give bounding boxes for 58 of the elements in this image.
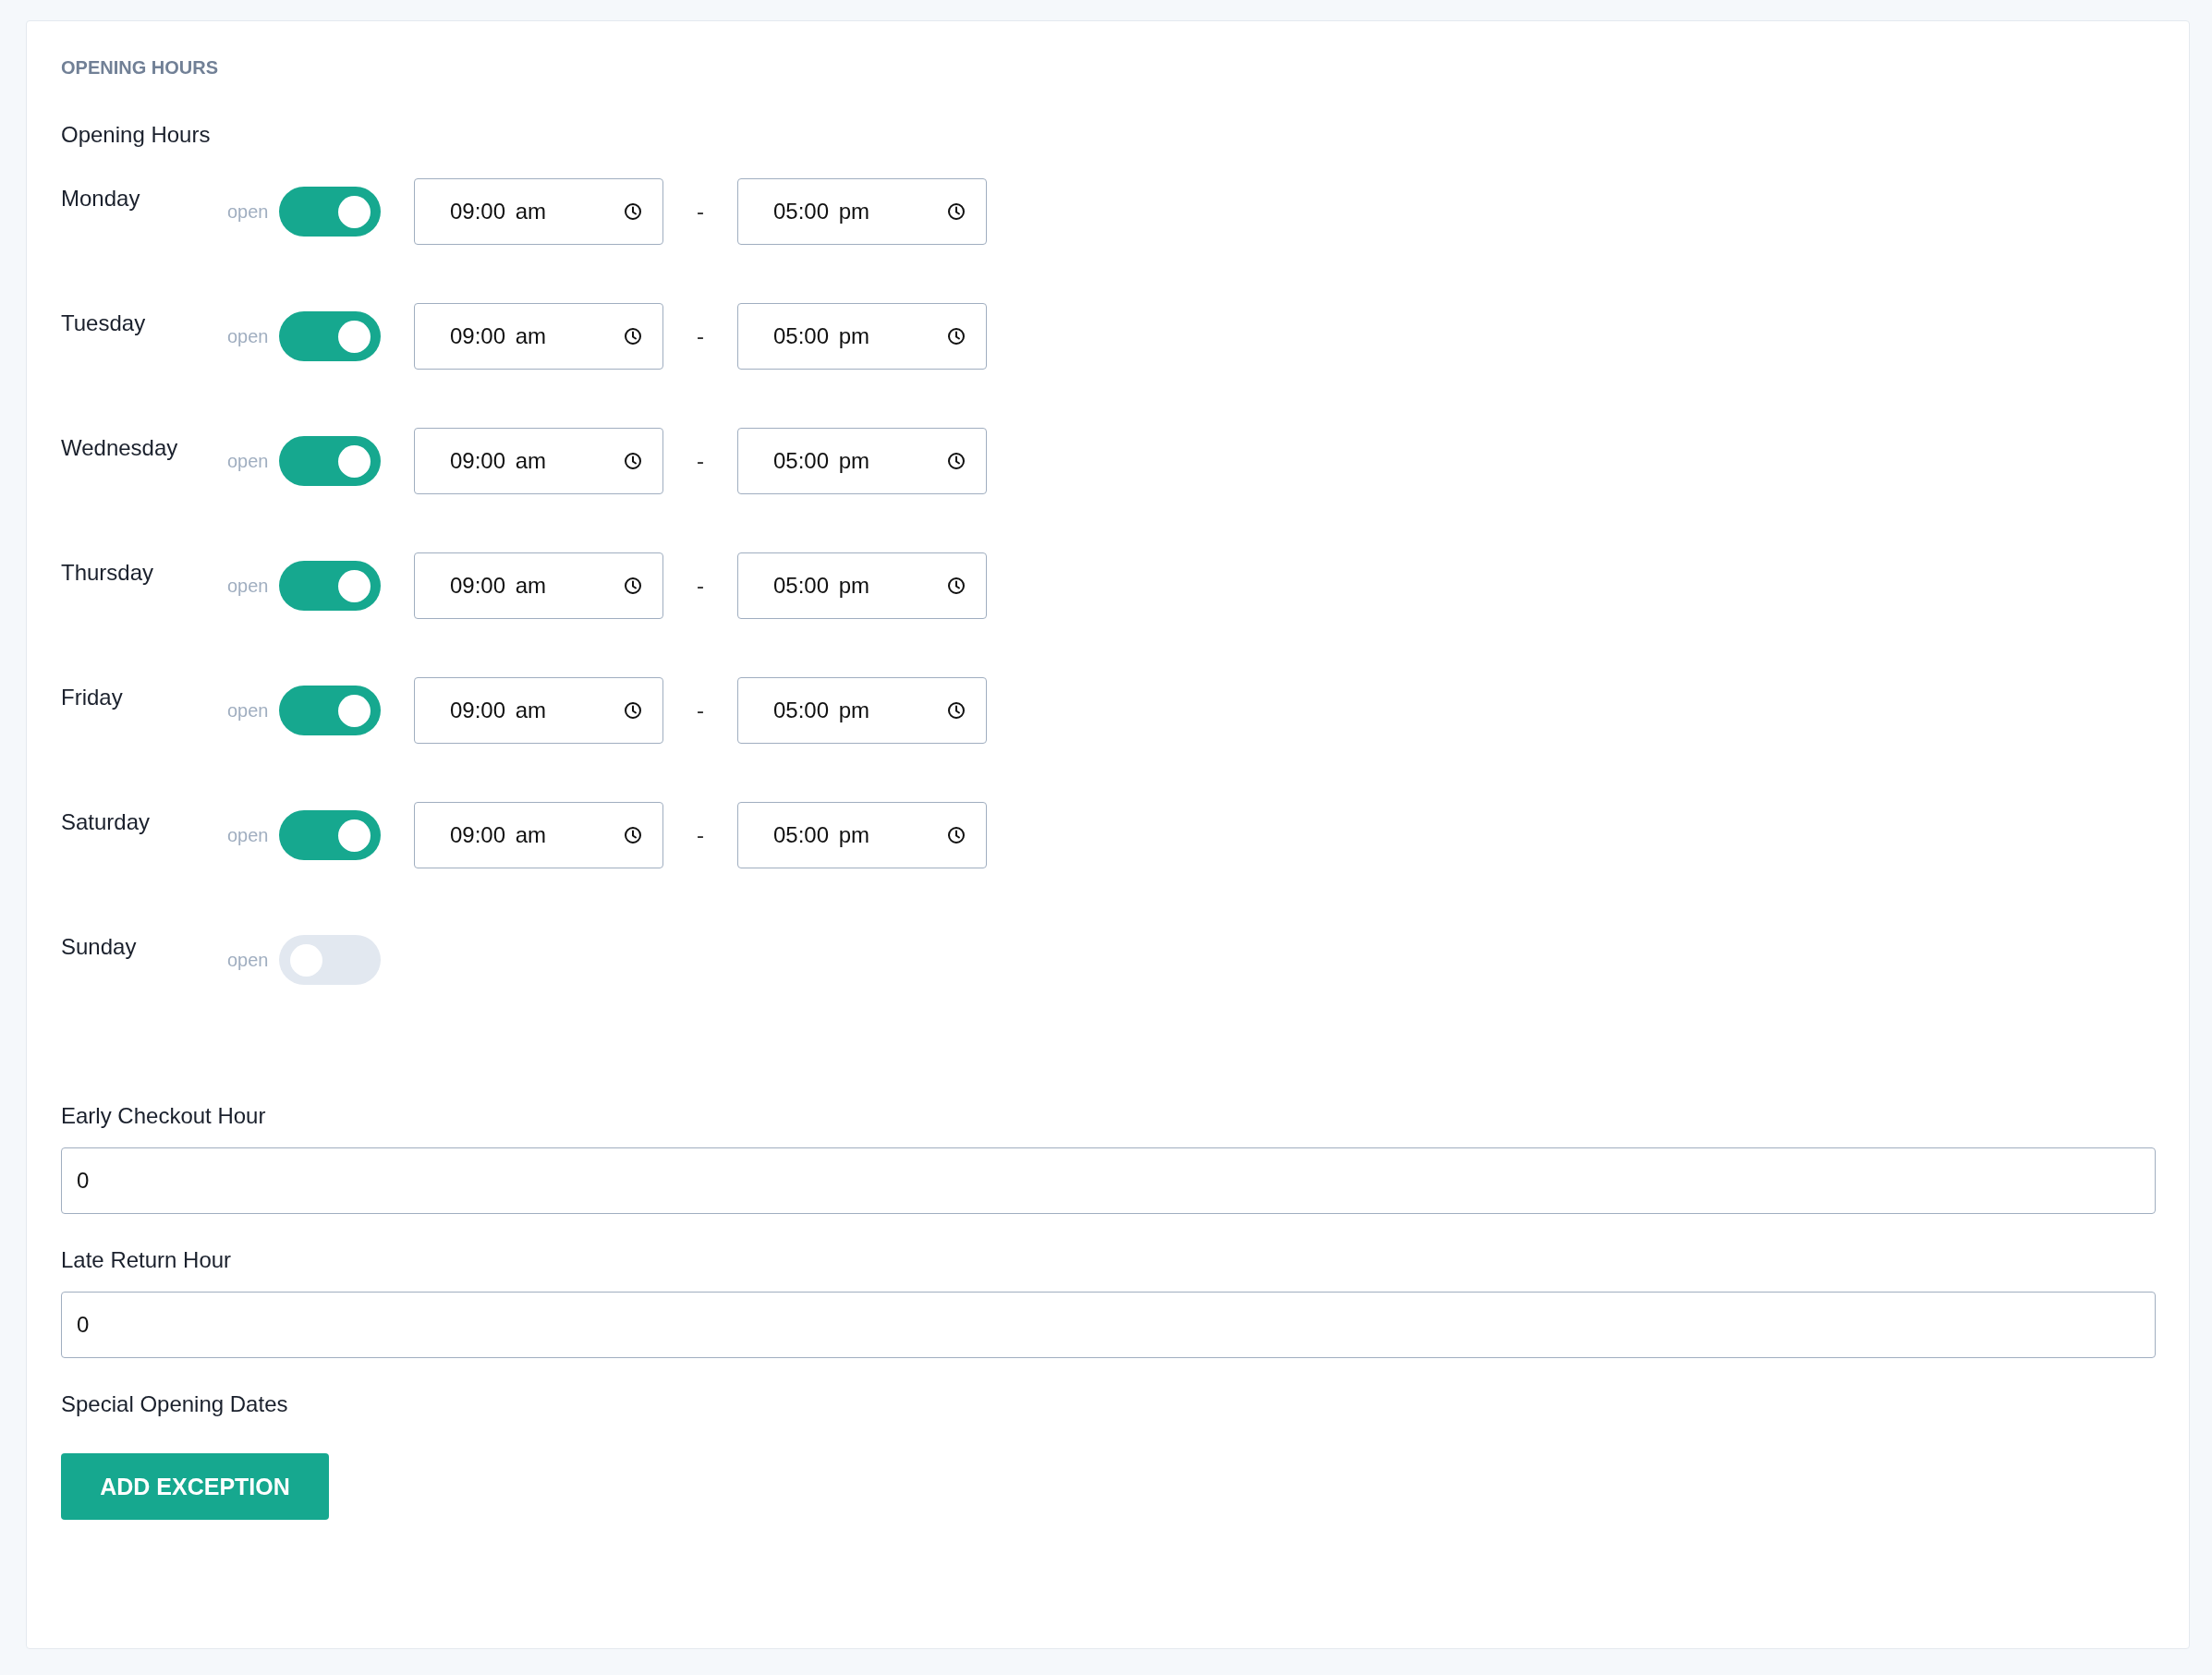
open-toggle[interactable] xyxy=(279,187,381,237)
open-label: open xyxy=(227,824,270,846)
time-field[interactable]: 05:00 pm xyxy=(737,303,987,370)
time-field[interactable]: 05:00 pm xyxy=(737,552,987,619)
open-label: open xyxy=(227,450,270,472)
time-field[interactable]: 09:00 am xyxy=(414,552,663,619)
time-field[interactable]: 05:00 pm xyxy=(737,802,987,868)
open-label: open xyxy=(227,575,270,597)
clock-icon xyxy=(947,452,966,470)
open-toggle[interactable] xyxy=(279,436,381,486)
clock-icon xyxy=(947,826,966,844)
clock-icon xyxy=(624,202,642,221)
day-label: Monday xyxy=(61,185,141,212)
time-field[interactable]: 09:00 am xyxy=(414,802,663,868)
time-field[interactable]: 09:00 am xyxy=(414,428,663,494)
range-separator: - xyxy=(697,698,704,723)
clock-icon xyxy=(947,701,966,720)
clock-icon xyxy=(947,577,966,595)
range-separator: - xyxy=(697,323,704,349)
day-label: Wednesday xyxy=(61,434,179,461)
range-separator: - xyxy=(697,199,704,225)
day-label: Friday xyxy=(61,684,124,710)
open-toggle[interactable] xyxy=(279,561,381,611)
time-field[interactable]: 09:00 am xyxy=(414,303,663,370)
input-field[interactable]: 0 xyxy=(61,1147,2156,1214)
open-label: open xyxy=(227,699,270,722)
open-toggle[interactable] xyxy=(279,935,381,985)
time-field[interactable]: 05:00 pm xyxy=(737,178,987,245)
clock-icon xyxy=(624,701,642,720)
opening-hours-label: Opening Hours xyxy=(61,121,212,149)
day-label: Thursday xyxy=(61,559,155,586)
time-field[interactable]: 05:00 pm xyxy=(737,428,987,494)
open-toggle[interactable] xyxy=(279,686,381,735)
field-label: Late Return Hour xyxy=(61,1246,233,1274)
day-label: Tuesday xyxy=(61,310,147,336)
day-label: Saturday xyxy=(61,808,152,835)
clock-icon xyxy=(624,452,642,470)
clock-icon xyxy=(947,202,966,221)
open-label: open xyxy=(227,949,270,971)
open-toggle[interactable] xyxy=(279,311,381,361)
range-separator: - xyxy=(697,573,704,599)
clock-icon xyxy=(624,577,642,595)
day-label: Sunday xyxy=(61,933,138,960)
open-toggle[interactable] xyxy=(279,810,381,860)
clock-icon xyxy=(624,826,642,844)
range-separator: - xyxy=(697,822,704,848)
input-field[interactable]: 0 xyxy=(61,1292,2156,1358)
clock-icon xyxy=(624,327,642,346)
open-label: open xyxy=(227,200,270,223)
range-separator: - xyxy=(697,448,704,474)
time-field[interactable]: 05:00 pm xyxy=(737,677,987,744)
time-field[interactable]: 09:00 am xyxy=(414,677,663,744)
time-field[interactable]: 09:00 am xyxy=(414,178,663,245)
open-label: open xyxy=(227,325,270,347)
section-title: OPENING HOURS xyxy=(61,56,220,79)
special-dates-label: Special Opening Dates xyxy=(61,1390,289,1418)
field-label: Early Checkout Hour xyxy=(61,1102,267,1130)
clock-icon xyxy=(947,327,966,346)
